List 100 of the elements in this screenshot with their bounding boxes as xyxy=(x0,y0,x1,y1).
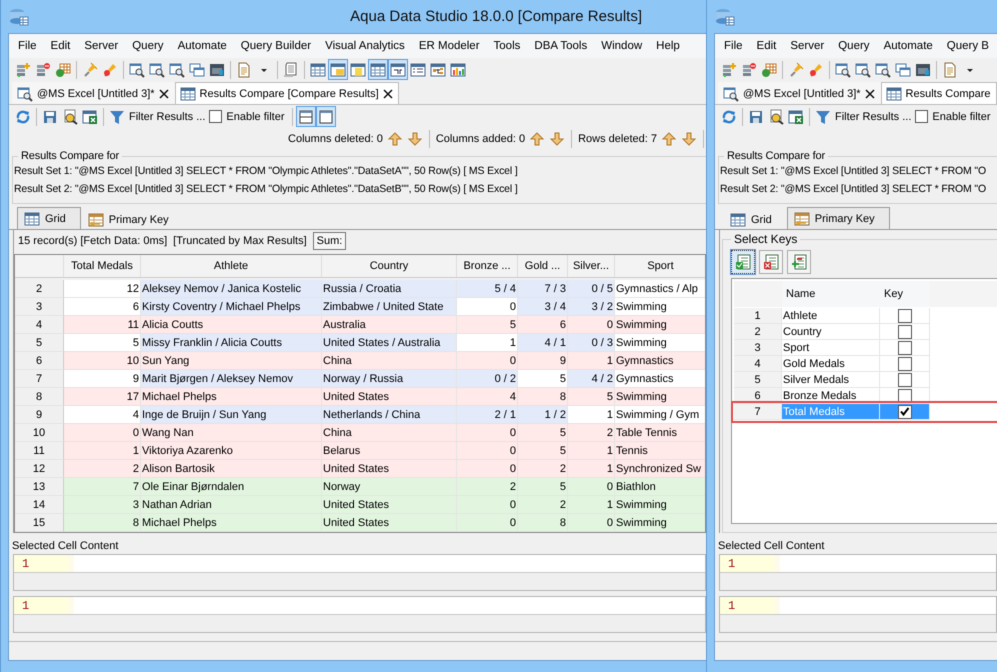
table-cell: 7 xyxy=(64,478,141,496)
table-cell: Swimming xyxy=(615,316,705,334)
view-tab[interactable]: Primary Key xyxy=(80,209,184,229)
table-cell: 0 / 3 xyxy=(568,334,615,352)
view-tab[interactable]: Primary Key xyxy=(786,207,890,229)
view-tab[interactable]: Grid xyxy=(723,209,787,229)
row-number: 13 xyxy=(15,478,64,496)
filter-button[interactable]: Filter Results ... xyxy=(107,106,208,127)
table-cell: 11 xyxy=(64,316,141,334)
table-cell: 5 xyxy=(64,334,141,352)
table-cell: 1 xyxy=(457,334,518,352)
column-header[interactable]: Bronze ... xyxy=(457,255,518,277)
column-header[interactable]: Silver... xyxy=(568,255,615,277)
table-cell: Viktoriya Azarenko xyxy=(141,442,322,460)
menu-item[interactable]: File xyxy=(11,40,44,52)
table-cell: 5 xyxy=(518,442,568,460)
table-cell: Netherlands / China xyxy=(322,406,457,424)
column-header[interactable]: Name xyxy=(782,281,880,307)
row-number: 7 xyxy=(15,370,64,388)
table-cell: Marit Bjørgen / Aleksey Nemov xyxy=(141,370,322,388)
counter-label: Columns deleted: 0 xyxy=(288,132,383,144)
table-cell: United States / Australia xyxy=(322,334,457,352)
table-cell: 2 xyxy=(568,424,615,442)
table-cell: Ole Einar Bjørndalen xyxy=(141,478,322,496)
table-cell: 0 xyxy=(457,442,518,460)
row-number: 2 xyxy=(734,324,782,340)
row-number: 5 xyxy=(734,372,782,388)
menu-item[interactable]: Automate xyxy=(876,40,940,52)
table-cell: Table Tennis xyxy=(615,424,705,442)
table-cell: China xyxy=(322,352,457,370)
table-cell: Michael Phelps xyxy=(141,388,322,406)
table-cell: Belarus xyxy=(322,442,457,460)
column-header[interactable]: Total Medals xyxy=(64,255,141,277)
menu-item[interactable]: ER Modeler xyxy=(412,40,487,52)
table-cell: 4 xyxy=(64,406,141,424)
list-item[interactable]: Country xyxy=(782,324,880,340)
table-cell: 1 xyxy=(568,460,615,478)
list-item[interactable]: Athlete xyxy=(782,308,880,324)
table-cell: 0 xyxy=(64,424,141,442)
menu-item[interactable]: Query Builder xyxy=(234,40,318,52)
table-cell: Australia xyxy=(322,316,457,334)
table-cell: 0 xyxy=(457,496,518,514)
menu-item[interactable]: DBA Tools xyxy=(527,40,594,52)
document-tab[interactable]: Results Compare [Compare Results] xyxy=(174,82,399,104)
table-cell: Nathan Adrian xyxy=(141,496,322,514)
table-cell: 5 xyxy=(518,478,568,496)
table-cell: Gymnastics / Alp xyxy=(615,280,705,298)
column-header[interactable]: Key xyxy=(880,281,930,307)
table-cell: 17 xyxy=(64,388,141,406)
table-cell: 5 xyxy=(518,424,568,442)
row-number: 1 xyxy=(734,308,782,324)
group-title: Results Compare for xyxy=(726,150,826,162)
table-cell: Tennis xyxy=(615,442,705,460)
table-cell: Swimming xyxy=(615,496,705,514)
menu-item[interactable]: Automate xyxy=(170,40,234,52)
table-cell: 1 xyxy=(568,406,615,424)
table-cell: Aleksey Nemov / Janica Kostelic xyxy=(141,280,322,298)
menu-item[interactable]: Server xyxy=(77,40,126,52)
list-item[interactable]: Gold Medals xyxy=(782,356,880,372)
document-tab[interactable]: @MS Excel [Untitled 3]* xyxy=(718,82,881,104)
menu-item[interactable]: Visual Analytics xyxy=(318,40,412,52)
table-cell: 0 xyxy=(568,316,615,334)
result-set-text: Result Set 1: "@MS Excel [Untitled 3] SELECT * FROM "O xyxy=(720,165,986,177)
filter-button[interactable]: Filter Results ... xyxy=(813,106,914,127)
table-cell: Missy Franklin / Alicia Coutts xyxy=(141,334,322,352)
column-header[interactable]: Country xyxy=(322,255,457,277)
menu-item[interactable]: Edit xyxy=(44,40,78,52)
table-cell: 0 xyxy=(457,514,518,532)
table-cell: 0 xyxy=(568,478,615,496)
view-tab[interactable]: Grid xyxy=(17,207,81,229)
menu-item[interactable]: File xyxy=(717,40,750,52)
menu-item[interactable]: Edit xyxy=(750,40,784,52)
menu-item[interactable]: Query B xyxy=(940,40,996,52)
line-number: 1 xyxy=(720,597,780,614)
row-number: 5 xyxy=(15,334,64,352)
checkbox-label[interactable]: Enable filter xyxy=(226,110,284,122)
row-number: 9 xyxy=(15,406,64,424)
table-cell: 12 xyxy=(64,280,141,298)
menu-item[interactable]: Window xyxy=(594,40,650,52)
list-item[interactable]: Silver Medals xyxy=(782,372,880,388)
list-item[interactable]: Sport xyxy=(782,340,880,356)
menu-item[interactable]: Help xyxy=(649,40,687,52)
table-cell: 3 / 2 xyxy=(568,298,615,316)
document-tab[interactable]: Results Compare xyxy=(880,82,997,104)
menu-item[interactable]: Tools xyxy=(486,40,528,52)
table-cell: China xyxy=(322,424,457,442)
menu-item[interactable]: Query xyxy=(831,40,877,52)
row-number: 14 xyxy=(15,496,64,514)
table-cell: 3 xyxy=(64,496,141,514)
table-cell: 0 xyxy=(568,514,615,532)
row-number: 4 xyxy=(734,356,782,372)
menu-item[interactable]: Server xyxy=(783,40,832,52)
column-header[interactable]: Athlete xyxy=(141,255,322,277)
row-number: 7 xyxy=(734,404,782,420)
table-cell: United States xyxy=(322,514,457,532)
checkbox-label[interactable]: Enable filter xyxy=(932,110,990,122)
menu-item[interactable]: Query xyxy=(125,40,171,52)
column-header[interactable]: Gold ... xyxy=(518,255,568,277)
document-tab[interactable]: @MS Excel [Untitled 3]* xyxy=(12,82,175,104)
table-cell: 0 / 5 xyxy=(568,280,615,298)
